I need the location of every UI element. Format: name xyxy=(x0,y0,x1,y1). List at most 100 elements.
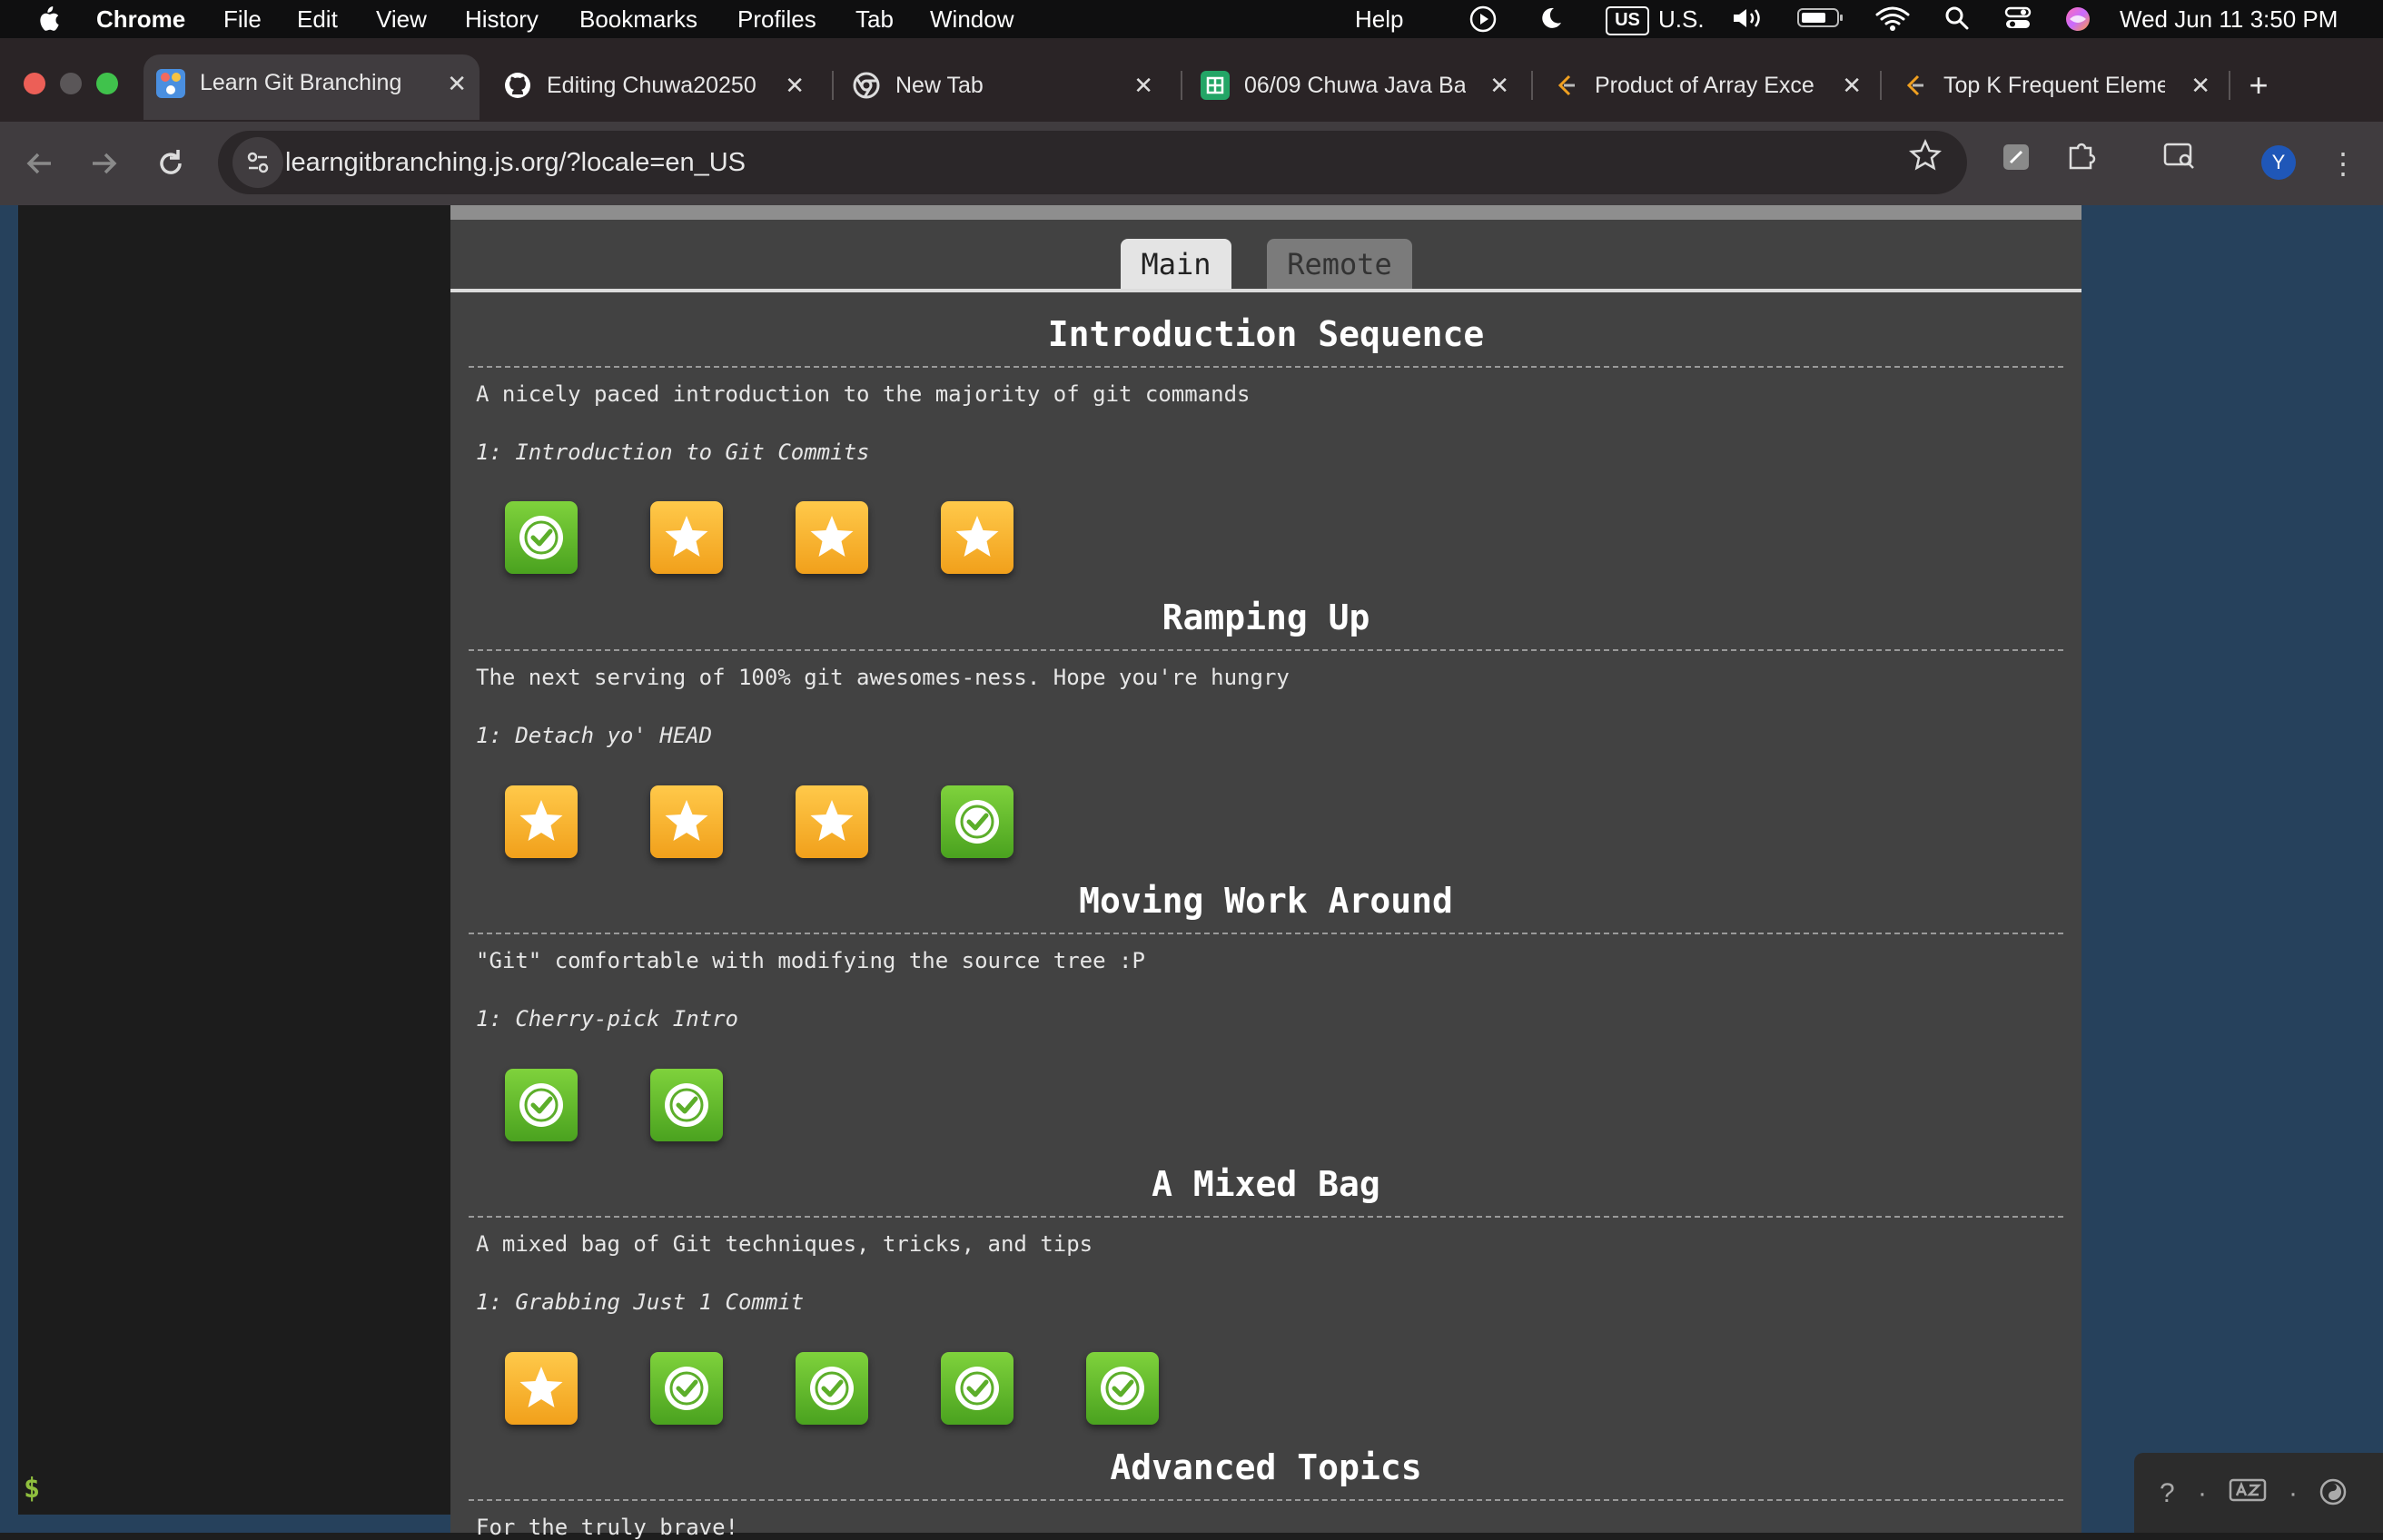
sequence-description: "Git" comfortable with modifying the sou… xyxy=(476,948,1145,973)
separator-dot: · xyxy=(2198,1478,2207,1508)
tab-divider xyxy=(832,71,834,100)
sequence-title: A Mixed Bag xyxy=(1152,1164,1380,1204)
tab-label: Editing Chuwa20250 xyxy=(547,73,756,98)
apple-icon[interactable] xyxy=(31,5,64,34)
window-zoom-button[interactable] xyxy=(96,73,118,94)
level-completed-check-icon[interactable] xyxy=(650,1352,723,1425)
tab-underline xyxy=(450,289,2081,292)
menu-file[interactable]: File xyxy=(223,5,262,34)
level-star-badge-icon[interactable] xyxy=(650,501,723,574)
level-completed-check-icon[interactable] xyxy=(505,501,578,574)
siri-icon[interactable] xyxy=(2062,5,2094,34)
close-icon[interactable]: ✕ xyxy=(2190,56,2210,114)
menu-edit[interactable]: Edit xyxy=(297,5,338,34)
theme-icon[interactable] xyxy=(2318,1476,2348,1515)
reload-icon[interactable] xyxy=(143,136,198,191)
level-star-badge-icon[interactable] xyxy=(796,501,868,574)
level-completed-check-icon[interactable] xyxy=(941,1352,1014,1425)
sequence-description: The next serving of 100% git awesomes-ne… xyxy=(476,665,1290,690)
bookmark-star-icon[interactable] xyxy=(1900,136,1951,191)
tab-learn-git-branching[interactable]: Learn Git Branching ✕ xyxy=(143,54,480,120)
level-star-badge-icon[interactable] xyxy=(650,785,723,858)
tab-search-icon[interactable] xyxy=(2154,136,2205,191)
window-close-button[interactable] xyxy=(24,73,45,94)
close-icon[interactable]: ✕ xyxy=(1489,56,1509,114)
moon-icon[interactable] xyxy=(1535,5,1566,34)
input-source-badge[interactable]: US xyxy=(1606,6,1649,35)
level-completed-check-icon[interactable] xyxy=(505,1069,578,1141)
sequence-title: Introduction Sequence xyxy=(1047,314,1485,354)
tab-label: 06/09 Chuwa Java Ba xyxy=(1244,73,1466,98)
forward-arrow-icon[interactable] xyxy=(76,136,131,191)
search-icon[interactable] xyxy=(1942,5,1973,34)
new-tab-plus-icon[interactable]: + xyxy=(2236,56,2281,114)
sequence-description: For the truly brave! xyxy=(476,1515,738,1540)
tab-divider xyxy=(2229,71,2230,100)
sequence-title: Moving Work Around xyxy=(1079,881,1453,921)
close-icon[interactable]: ✕ xyxy=(1133,56,1153,114)
menu-view[interactable]: View xyxy=(376,5,427,34)
sequence-level-name: 1: Cherry-pick Intro xyxy=(476,1006,738,1032)
sequence-title: Ramping Up xyxy=(1162,597,1370,637)
menu-history[interactable]: History xyxy=(465,5,539,34)
terminal-prompt[interactable]: $ xyxy=(24,1473,40,1505)
help-question-icon[interactable]: ? xyxy=(2160,1478,2175,1509)
level-completed-check-icon[interactable] xyxy=(1086,1352,1159,1425)
command-terminal[interactable] xyxy=(18,205,450,1515)
level-completed-check-icon[interactable] xyxy=(796,1352,868,1425)
tab-remote[interactable]: Remote xyxy=(1267,239,1412,290)
sequence-title: Advanced Topics xyxy=(1110,1447,1422,1487)
translate-icon[interactable] xyxy=(2229,1476,2267,1511)
kebab-menu-icon[interactable]: ⋮ xyxy=(2318,136,2368,191)
menu-tab[interactable]: Tab xyxy=(855,5,894,34)
menu-bookmarks[interactable]: Bookmarks xyxy=(579,5,697,34)
site-settings-icon[interactable] xyxy=(232,137,283,188)
menu-app-name[interactable]: Chrome xyxy=(96,5,185,34)
back-arrow-icon[interactable] xyxy=(13,136,67,191)
sequence-divider xyxy=(469,933,2063,934)
sequence-description: A mixed bag of Git techniques, tricks, a… xyxy=(476,1231,1093,1257)
volume-icon[interactable] xyxy=(1729,5,1769,34)
sequence-divider xyxy=(469,1216,2063,1218)
close-icon[interactable]: ✕ xyxy=(447,54,467,113)
sequence-divider xyxy=(469,366,2063,368)
level-star-badge-icon[interactable] xyxy=(505,1352,578,1425)
battery-icon[interactable] xyxy=(1796,5,1845,34)
menu-window[interactable]: Window xyxy=(930,5,1014,34)
chrome-icon xyxy=(852,71,881,100)
level-star-badge-icon[interactable] xyxy=(505,785,578,858)
github-icon xyxy=(503,71,532,100)
leetcode-icon xyxy=(1900,71,1929,100)
tab-label: Product of Array Exce xyxy=(1595,73,1814,98)
control-center-icon[interactable] xyxy=(2002,5,2034,34)
level-star-badge-icon[interactable] xyxy=(796,785,868,858)
tab-product-of-array[interactable]: Product of Array Exce ✕ xyxy=(1538,56,1874,114)
window-minimize-button[interactable] xyxy=(60,73,82,94)
close-icon[interactable]: ✕ xyxy=(1842,56,1862,114)
panel-title-bar xyxy=(450,205,2081,220)
close-icon[interactable]: ✕ xyxy=(785,56,805,114)
menubar-datetime[interactable]: Wed Jun 11 3:50 PM xyxy=(2120,5,2338,34)
profile-avatar[interactable]: Y xyxy=(2261,145,2296,180)
play-circle-icon[interactable] xyxy=(1466,5,1500,34)
sequence-description: A nicely paced introduction to the major… xyxy=(476,381,1251,407)
tab-editing-chuwa[interactable]: Editing Chuwa20250 ✕ xyxy=(490,56,817,114)
menu-help[interactable]: Help xyxy=(1355,5,1403,34)
tab-divider xyxy=(1531,71,1533,100)
tab-divider xyxy=(1181,71,1182,100)
extension-app-icon[interactable] xyxy=(1991,136,2042,191)
git-branching-icon xyxy=(156,69,185,98)
level-completed-check-icon[interactable] xyxy=(941,785,1014,858)
level-completed-check-icon[interactable] xyxy=(650,1069,723,1141)
wifi-icon[interactable] xyxy=(1874,5,1911,34)
input-source-label[interactable]: U.S. xyxy=(1658,5,1705,34)
extensions-puzzle-icon[interactable] xyxy=(2056,136,2107,191)
tab-top-k-frequent[interactable]: Top K Frequent Eleme ✕ xyxy=(1887,56,2223,114)
tab-chuwa-java-sheet[interactable]: 06/09 Chuwa Java Ba ✕ xyxy=(1188,56,1522,114)
sequence-level-name: 1: Detach yo' HEAD xyxy=(476,723,713,748)
tab-new-tab[interactable]: New Tab ✕ xyxy=(839,56,1166,114)
tab-main[interactable]: Main xyxy=(1121,239,1231,290)
menu-profiles[interactable]: Profiles xyxy=(737,5,816,34)
url-text[interactable]: learngitbranching.js.org/?locale=en_US xyxy=(285,131,746,194)
level-star-badge-icon[interactable] xyxy=(941,501,1014,574)
